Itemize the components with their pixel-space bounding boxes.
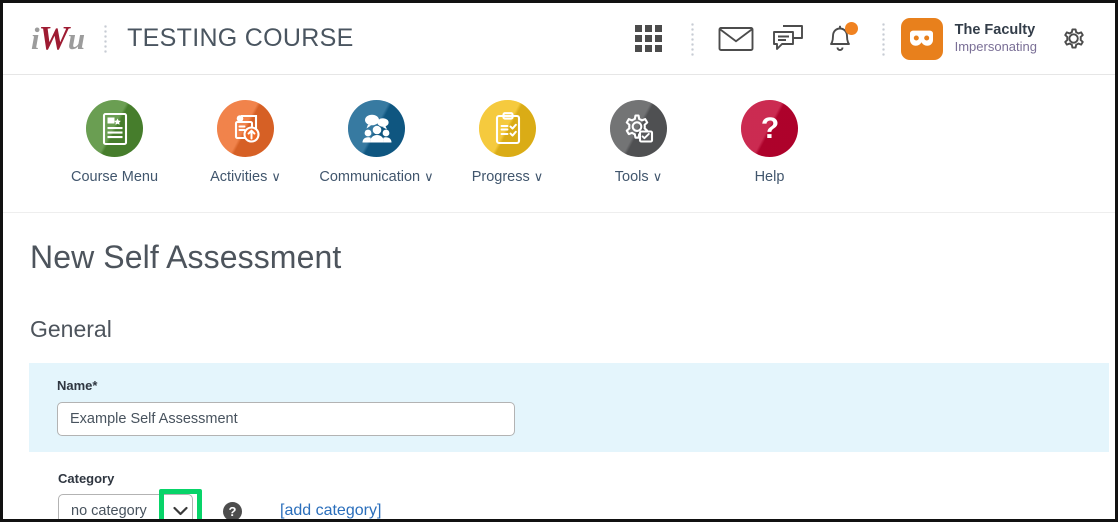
nav-label-tools: Tools ∨ [614,169,663,185]
svg-text:?: ? [760,112,778,145]
user-info[interactable]: The Faculty Impersonating [955,22,1037,56]
waffle-grid-glyph [635,25,663,52]
iwu-logo[interactable]: iWu [31,19,85,57]
add-category-link[interactable]: [add category] [280,502,381,519]
category-selected-value: no category [71,503,147,519]
category-field-group: Category no category ? [add category] [30,471,1115,519]
header-divider-dots-2 [690,21,694,56]
gear-tools-icon [625,113,653,143]
nav-caret-progress: ∨ [533,169,544,184]
category-help-icon[interactable]: ? [223,501,242,519]
activities-upload-icon [234,114,260,143]
chat-bubbles-icon[interactable] [762,15,814,63]
nav-caret-activities: ∨ [271,169,281,184]
logo-letter-u: u [67,20,85,56]
notification-badge [844,21,858,35]
course-menu-circle [86,100,143,157]
header-divider-dots-3 [881,21,885,56]
name-input[interactable] [57,402,515,436]
nav-label-progress: Progress ∨ [471,169,544,185]
avatar[interactable] [900,17,943,60]
communication-circle [348,100,405,157]
header-actions: The Faculty Impersonating [623,15,1093,63]
nav-label-help: Help [754,169,785,185]
name-field-label: Name* [57,378,98,393]
progress-circle [479,100,536,157]
category-field-label: Category [58,471,115,486]
main-content: New Self Assessment General Name* Catego… [3,213,1115,519]
logo-letter-w: W [38,19,69,57]
bell-icon[interactable] [814,15,866,63]
envelope-icon[interactable] [710,15,762,63]
logo-letter-i: i [31,20,40,56]
nav-item-help[interactable]: ? Help [704,100,835,185]
required-asterisk: * [92,378,98,393]
clipboard-check-icon [495,112,520,145]
course-nav-bar: Course Menu Activities ∨ Communication ∨… [3,75,1115,213]
activities-circle [217,100,274,157]
nav-item-course-menu[interactable]: Course Menu [49,100,180,185]
category-select[interactable]: no category [58,489,202,519]
settings-gear-icon[interactable] [1053,19,1093,59]
nav-item-communication[interactable]: Communication ∨ [311,100,442,185]
nav-item-activities[interactable]: Activities ∨ [180,100,311,185]
nav-label-activities: Activities ∨ [210,169,281,185]
tools-circle [610,100,667,157]
chevron-down-icon[interactable] [165,496,195,519]
browser-page: iWu TESTING COURSE The Faculty Impersona… [0,0,1118,522]
nav-label-communication: Communication ∨ [319,169,434,185]
nav-label-course-menu: Course Menu [70,169,159,185]
nav-item-progress[interactable]: Progress ∨ [442,100,573,185]
waffle-grid-icon[interactable] [623,15,675,63]
document-list-icon [102,112,127,145]
nav-caret-tools: ∨ [652,169,663,184]
help-circle-icon: ? [741,100,798,157]
user-name: The Faculty [954,21,1036,38]
category-row: no category ? [add category] [58,489,1115,519]
nav-caret-communication: ∨ [424,169,434,184]
header-divider-dots [104,23,108,54]
section-title-general: General [30,316,112,342]
top-header-bar: iWu TESTING COURSE The Faculty Impersona… [3,3,1115,75]
general-fields-panel: Name* [29,363,1109,452]
question-mark-icon: ? [760,112,778,145]
people-chat-icon [362,114,391,142]
page-title: New Self Assessment [30,239,342,275]
course-title: TESTING COURSE [127,24,354,52]
nav-item-tools[interactable]: Tools ∨ [573,100,704,185]
user-status: Impersonating [954,39,1037,55]
